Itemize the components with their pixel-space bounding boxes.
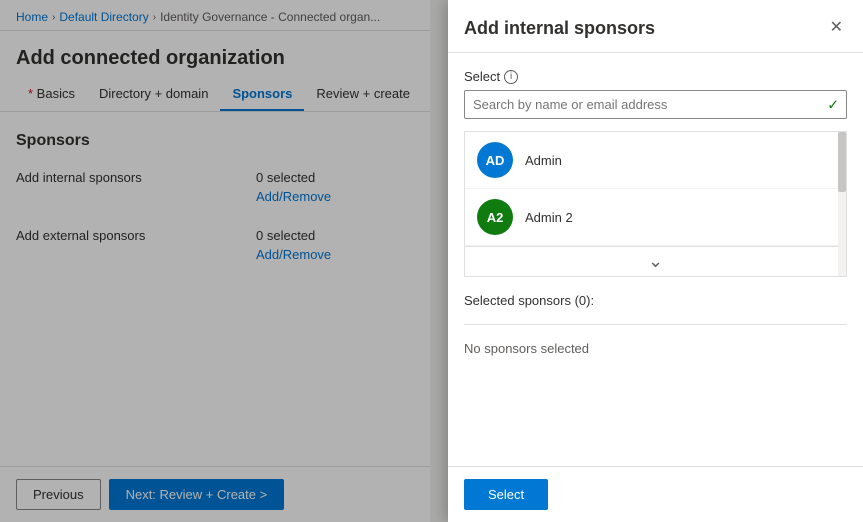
- user-item-admin2[interactable]: A2 Admin 2: [465, 189, 846, 246]
- panel-body: Select i ✓ AD Admin A2 Admin 2 ⌄: [448, 53, 863, 466]
- user-item-admin[interactable]: AD Admin: [465, 132, 846, 189]
- select-button[interactable]: Select: [464, 479, 548, 510]
- avatar-admin: AD: [477, 142, 513, 178]
- scrollbar-track: [838, 132, 846, 276]
- user-list-wrapper: AD Admin A2 Admin 2 ⌄: [464, 131, 847, 277]
- user-list: AD Admin A2 Admin 2 ⌄: [465, 132, 846, 276]
- more-icon: ⌄: [648, 251, 663, 272]
- select-label: Select i: [464, 69, 847, 84]
- more-indicator: ⌄: [465, 246, 846, 276]
- panel-close-button[interactable]: ✕: [826, 16, 847, 40]
- panel-title: Add internal sponsors: [464, 18, 655, 39]
- user-name-admin: Admin: [525, 153, 562, 168]
- panel-footer: Select: [448, 466, 863, 522]
- panel-header: Add internal sponsors ✕: [448, 0, 863, 53]
- close-icon: ✕: [830, 19, 843, 36]
- info-icon[interactable]: i: [504, 70, 518, 84]
- search-box: ✓: [464, 90, 847, 119]
- search-check-icon: ✓: [827, 96, 839, 113]
- scrollbar-thumb[interactable]: [838, 132, 846, 192]
- divider: [464, 324, 847, 325]
- no-sponsors-text: No sponsors selected: [464, 333, 847, 364]
- avatar-admin2: A2: [477, 199, 513, 235]
- add-internal-sponsors-panel: Add internal sponsors ✕ Select i ✓ AD Ad…: [448, 0, 863, 522]
- search-input[interactable]: [464, 90, 847, 119]
- user-name-admin2: Admin 2: [525, 210, 573, 225]
- selected-sponsors-label: Selected sponsors (0):: [464, 293, 847, 308]
